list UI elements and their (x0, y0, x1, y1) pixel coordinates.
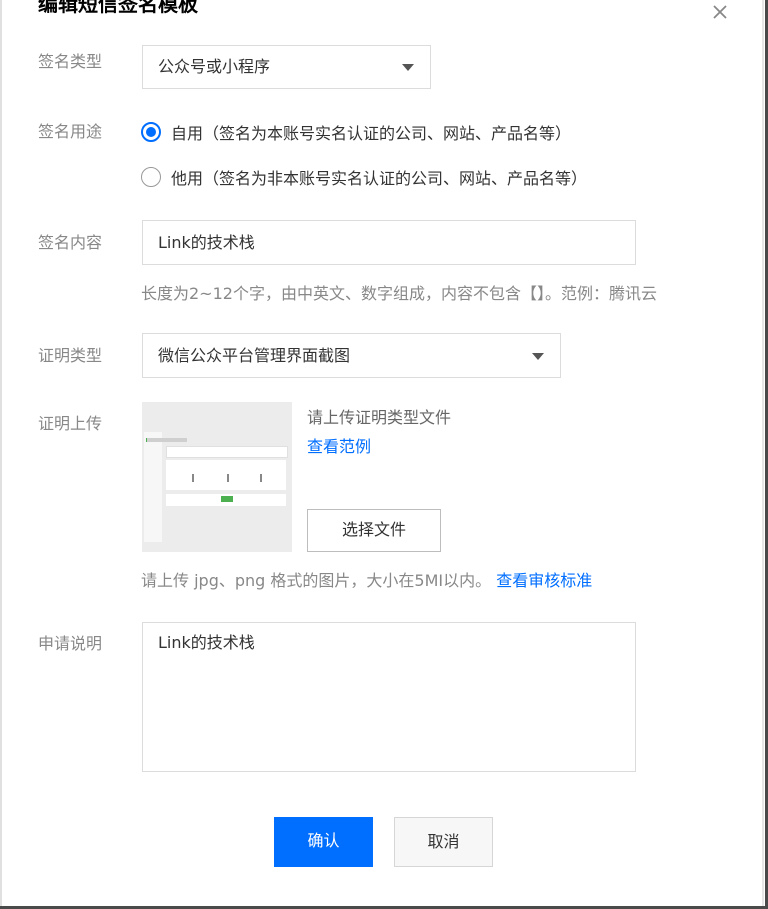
right-edge-inner (762, 0, 764, 909)
view-example-link[interactable]: 查看范例 (307, 436, 371, 458)
proof-type-value: 微信公众平台管理界面截图 (158, 345, 351, 365)
sign-type-select[interactable]: 公众号或小程序 (142, 45, 431, 89)
application-note-textarea[interactable]: Link的技术栈 (142, 622, 636, 772)
proof-type-label: 证明类型 (38, 346, 103, 365)
sign-usage-self-label: 自用（签名为本账号实名认证的公司、网站、产品名等） (171, 124, 572, 143)
sign-usage-other-radio[interactable]: 他用（签名为非本账号实名认证的公司、网站、产品名等） (141, 165, 587, 189)
proof-upload-hint: 请上传 jpg、png 格式的图片，大小在5MI以内。 查看审核标准 (141, 570, 592, 592)
sign-content-value: Link的技术栈 (158, 232, 255, 252)
proof-type-select[interactable]: 微信公众平台管理界面截图 (142, 333, 561, 378)
cancel-button[interactable]: 取消 (394, 817, 493, 867)
chevron-down-icon (532, 352, 544, 360)
close-icon[interactable] (710, 2, 730, 22)
choose-file-button[interactable]: 选择文件 (307, 509, 441, 552)
sign-usage-self-radio[interactable]: 自用（签名为本账号实名认证的公司、网站、产品名等） (141, 120, 571, 144)
radio-checked-icon[interactable] (141, 122, 161, 142)
proof-upload-hint-text: 请上传 jpg、png 格式的图片，大小在5MI以内。 (141, 571, 492, 590)
chevron-down-icon (402, 64, 414, 71)
sign-type-value: 公众号或小程序 (158, 57, 271, 76)
application-note-label: 申请说明 (38, 634, 103, 653)
proof-upload-instruction: 请上传证明类型文件 (307, 408, 452, 427)
sign-usage-label: 签名用途 (38, 122, 103, 141)
proof-preview-image (142, 402, 292, 552)
sign-usage-other-label: 他用（签名为非本账号实名认证的公司、网站、产品名等） (171, 169, 588, 188)
sign-content-hint: 长度为2~12个字，由中英文、数字组成，内容不包含【】。范例：腾讯云 (141, 284, 657, 303)
radio-unchecked-icon[interactable] (141, 167, 161, 187)
application-note-value: Link的技术栈 (158, 633, 255, 652)
dialog-title: 编辑短信签名模板 (38, 0, 198, 16)
review-standard-link[interactable]: 查看审核标准 (496, 571, 592, 590)
sign-content-input[interactable]: Link的技术栈 (142, 220, 636, 265)
left-edge (0, 0, 2, 909)
proof-upload-label: 证明上传 (38, 414, 103, 433)
confirm-button[interactable]: 确认 (274, 817, 373, 867)
sign-type-label: 签名类型 (38, 52, 103, 71)
sign-content-label: 签名内容 (38, 233, 103, 252)
